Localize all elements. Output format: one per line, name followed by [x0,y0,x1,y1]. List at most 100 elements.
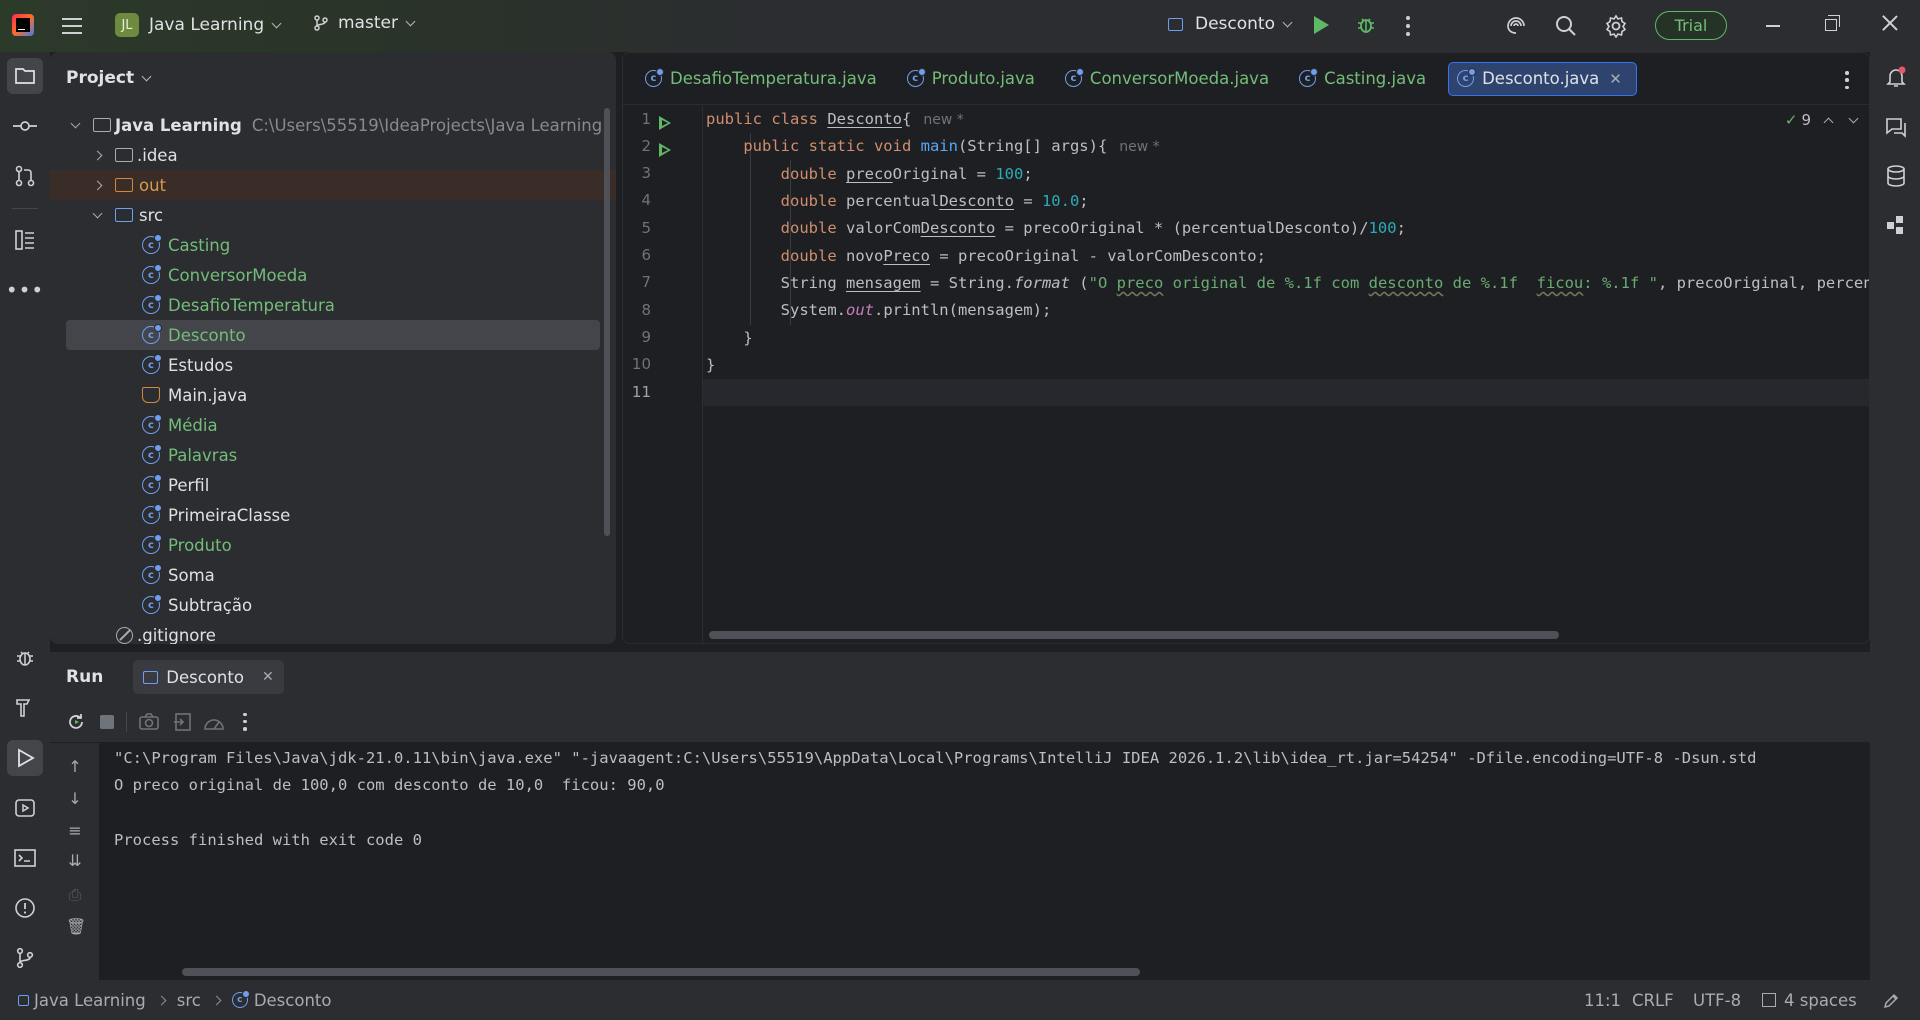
tree-item-perfil[interactable]: c Perfil [50,470,616,500]
inspection-widget[interactable]: ✓ 9 [1785,111,1859,129]
caret-position[interactable]: 11:1 [1584,991,1621,1010]
minimize-window-icon[interactable] [1766,25,1780,27]
tree-item-casting[interactable]: c Casting [50,230,616,260]
restore-layout-icon[interactable] [173,712,191,731]
run-class-gutter-icon[interactable] [659,116,671,130]
run-config-selector[interactable]: Desconto [1168,14,1293,34]
main-menu-icon[interactable] [60,14,84,38]
commit-tool-icon[interactable] [7,108,43,144]
app-logo-icon[interactable] [12,14,34,36]
tab-casting[interactable]: c Casting.java [1291,62,1440,96]
branch-switcher[interactable]: master [312,13,416,33]
git-tool-icon[interactable] [7,940,43,976]
build-tool-icon[interactable] [7,690,43,726]
trial-badge[interactable]: Trial [1655,11,1727,40]
tree-root-java-learning[interactable]: Java Learning C:\Users\55519\IdeaProject… [50,110,616,140]
editor-horizontal-scrollbar[interactable] [709,631,1559,639]
database-icon[interactable] [1885,164,1907,188]
line-number: 5 [641,219,651,237]
structure-tool-icon[interactable] [7,222,43,258]
run-icon[interactable] [1314,16,1329,34]
tab-desconto[interactable]: c Desconto.java ✕ [1448,61,1637,96]
problems-tool-icon[interactable] [7,890,43,926]
line-separator[interactable]: CRLF [1632,991,1674,1010]
restore-window-icon[interactable] [1825,15,1840,31]
tree-item-palavras[interactable]: c Palavras [50,440,616,470]
tree-item-src[interactable]: src [50,200,616,230]
tree-item-desconto[interactable]: c Desconto [66,320,600,350]
project-tool-icon[interactable] [7,58,43,94]
screenshot-icon[interactable] [139,712,159,731]
collapse-arrow-icon[interactable] [70,118,81,128]
search-icon[interactable] [1555,15,1577,37]
scroll-to-end-icon[interactable]: ⇊ [66,851,84,870]
pull-requests-icon[interactable] [7,158,43,194]
project-panel-header[interactable]: Project [50,52,616,104]
tree-item-primeiraclasse[interactable]: c PrimeiraClasse [50,500,616,530]
console-output[interactable]: "C:\Program Files\Java\jdk-21.0.11\bin\j… [114,745,1870,980]
close-tab-icon[interactable]: ✕ [262,669,274,685]
tab-desafiotemperatura[interactable]: c DesafioTemperatura.java [637,62,891,96]
tree-item-label: Desconto [168,325,246,345]
indent-setting[interactable]: 4 spaces [1762,991,1857,1010]
soft-wrap-icon[interactable]: ≡ [66,821,84,840]
breadcrumb-class[interactable]: Desconto [254,991,332,1010]
tab-options-icon[interactable] [1845,71,1849,89]
more-actions-icon[interactable] [1406,16,1410,36]
ai-assistant-icon[interactable] [1504,14,1528,38]
code-area[interactable]: public class Desconto{new * public stati… [703,106,1869,643]
edit-lock-icon[interactable] [1882,992,1900,1010]
tree-item-media[interactable]: c Média [50,410,616,440]
run-main-gutter-icon[interactable] [659,143,671,157]
tree-item-produto[interactable]: c Produto [50,530,616,560]
tree-item-subtracao[interactable]: c Subtração [50,590,616,620]
tree-item-estudos[interactable]: c Estudos [50,350,616,380]
prev-highlight-icon[interactable] [1823,117,1834,127]
file-encoding[interactable]: UTF-8 [1693,991,1741,1010]
java-file-icon [142,387,160,403]
run-tool-icon[interactable] [7,740,43,776]
close-window-icon[interactable] [1882,15,1898,31]
run-tab-desconto[interactable]: Desconto ✕ [133,660,284,694]
settings-gear-icon[interactable] [1604,14,1628,38]
tree-item-conversormoeda[interactable]: c ConversorMoeda [50,260,616,290]
tab-conversormoeda[interactable]: c ConversorMoeda.java [1057,62,1283,96]
code-editor: c DesafioTemperatura.java c Produto.java… [622,52,1870,644]
expand-arrow-icon[interactable] [92,180,103,190]
coverage-icon[interactable] [203,713,225,731]
services-tool-icon[interactable] [7,790,43,826]
debug-tool-icon[interactable] [7,640,43,676]
project-scrollbar[interactable] [604,108,610,536]
tree-item-main-java[interactable]: Main.java [50,380,616,410]
scroll-up-arrow-icon[interactable]: ↑ [66,757,84,776]
tree-item-desafiotemperatura[interactable]: c DesafioTemperatura [50,290,616,320]
tab-produto[interactable]: c Produto.java [899,62,1049,96]
breadcrumb-src[interactable]: src [177,991,201,1010]
ai-chat-icon[interactable] [1884,114,1908,138]
project-switcher[interactable]: JL Java Learning [115,13,282,37]
more-tools-icon[interactable]: ••• [6,272,43,308]
clear-trash-icon[interactable]: 🗑 [66,917,86,936]
stop-icon[interactable] [100,714,114,729]
scroll-down-arrow-icon[interactable]: ↓ [66,789,84,808]
print-icon[interactable]: ⎙ [66,885,84,905]
expand-arrow-icon[interactable] [92,150,103,160]
java-class-icon: c [142,474,162,494]
tree-item-soma[interactable]: c Soma [50,560,616,590]
rerun-icon[interactable] [66,712,86,732]
code-line: public static void main(String[] args){n… [743,137,1160,155]
breadcrumb-project[interactable]: Java Learning [34,991,146,1010]
console-horizontal-scrollbar[interactable] [182,968,1140,976]
code-line: double valorComDesconto = precoOriginal … [780,219,1406,237]
debug-icon[interactable] [1355,14,1377,36]
next-highlight-icon[interactable] [1848,113,1859,123]
plugin-icon[interactable] [1885,214,1907,236]
tree-item-idea[interactable]: .idea [50,140,616,170]
terminal-tool-icon[interactable] [7,840,43,876]
tree-item-gitignore[interactable]: .gitignore [50,620,616,644]
close-tab-icon[interactable]: ✕ [1609,70,1622,88]
run-more-icon[interactable] [243,712,247,731]
notifications-bell-icon[interactable] [1884,65,1908,89]
tree-item-out[interactable]: out [50,170,616,200]
collapse-arrow-icon[interactable] [92,208,103,218]
